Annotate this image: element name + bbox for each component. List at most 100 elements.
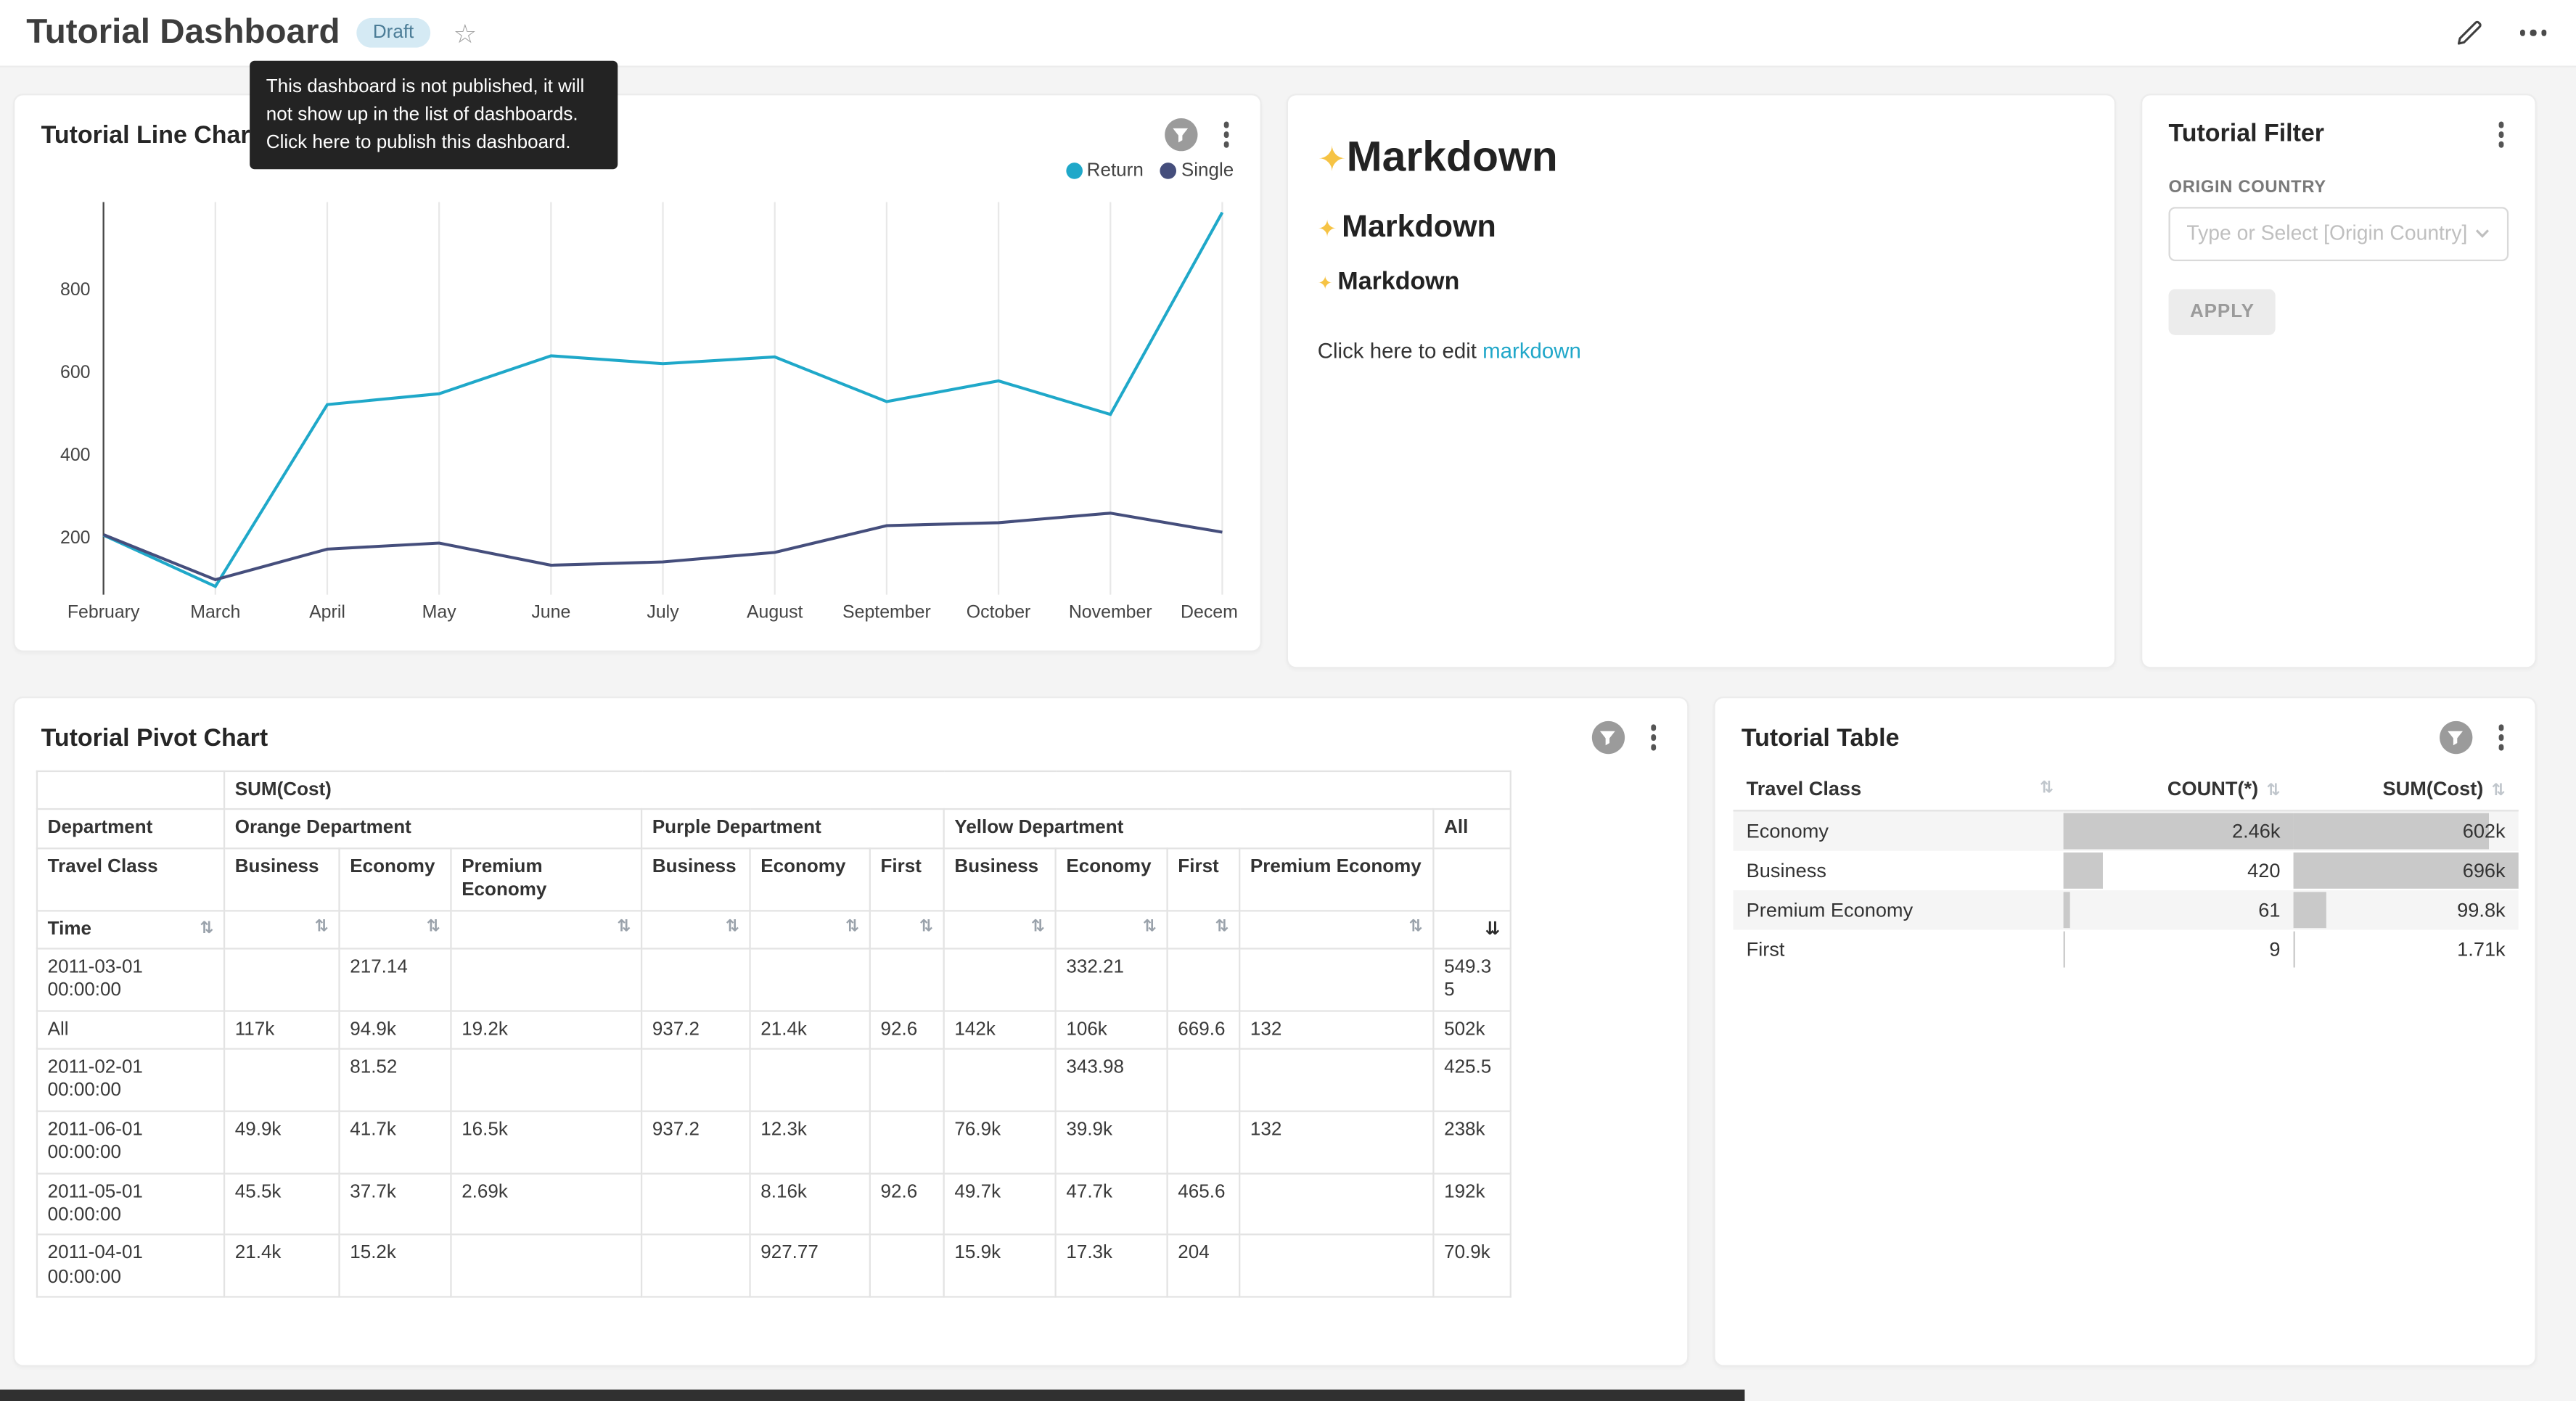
column-header[interactable]: COUNT(*)⇅ (2064, 767, 2294, 810)
legend-dot (1160, 163, 1176, 179)
value-bar (2294, 892, 2326, 928)
filter-indicator-icon[interactable] (1164, 118, 1197, 151)
pivot-value-cell: 92.6 (870, 1011, 944, 1049)
markdown-edit-hint: Click here to edit markdown (1318, 338, 2085, 363)
markdown-card[interactable]: ✦Markdown ✦Markdown ✦Markdown Click here… (1287, 94, 2116, 668)
table-row: First91.71k (1734, 929, 2519, 969)
svg-text:200: 200 (60, 527, 91, 548)
chart-menu-icon[interactable] (2490, 721, 2512, 753)
pivot-value-cell (641, 1049, 750, 1111)
pivot-class-header: Premium Economy (451, 848, 641, 910)
pivot-value-cell: 81.52 (340, 1049, 451, 1111)
pivot-group-header: Purple Department (641, 810, 944, 848)
chevron-down-icon (2474, 225, 2491, 242)
pivot-value-cell (1239, 1173, 1433, 1235)
svg-text:December: December (1181, 601, 1237, 622)
svg-text:February: February (67, 601, 140, 622)
column-header[interactable]: Travel Class⇅ (1734, 767, 2064, 810)
pivot-value-cell (1168, 1049, 1240, 1111)
count-cell: 9 (2064, 929, 2294, 969)
pivot-value-cell: 21.4k (224, 1235, 339, 1297)
pivot-class-header: Premium Economy (1239, 848, 1433, 910)
pivot-class-header: Business (944, 848, 1056, 910)
sort-icon[interactable]: ⇅ (919, 920, 933, 937)
pivot-value-cell: 142k (944, 1011, 1056, 1049)
chart-menu-icon[interactable] (2490, 118, 2512, 150)
chart-menu-icon[interactable] (1215, 119, 1237, 151)
table-row: Premium Economy6199.8k (1734, 890, 2519, 929)
sort-icon[interactable]: ⇅ (1409, 920, 1423, 937)
pivot-chart-card: Tutorial Pivot Chart SUM(Cost)Department… (13, 697, 1689, 1367)
pivot-value-cell: 16.5k (451, 1111, 641, 1172)
legend-item[interactable]: Return (1065, 161, 1144, 181)
pivot-value-cell: 37.7k (340, 1173, 451, 1235)
sort-icon[interactable]: ⇅ (1031, 920, 1045, 937)
sort-icon[interactable]: ⇅ (1215, 920, 1228, 937)
sort-icon[interactable]: ⇅ (617, 920, 631, 937)
value-bar (2294, 813, 2488, 850)
dashboard-header: Tutorial Dashboard Draft ☆ (0, 0, 2576, 67)
card-header: Tutorial Line Chart (15, 95, 1260, 151)
pivot-group-header: All (1433, 810, 1511, 848)
table-chart-card: Tutorial Table Travel Class⇅COUNT(*)⇅SUM… (1713, 697, 2536, 1367)
apply-button[interactable]: APPLY (2169, 288, 2276, 334)
pivot-value-cell (1239, 1235, 1433, 1297)
pivot-value-cell (750, 1049, 870, 1111)
sparkles-icon: ✦ (1318, 273, 1333, 294)
more-options-icon[interactable] (2516, 23, 2549, 42)
pivot-row-label: All (37, 1011, 224, 1049)
chart-menu-icon[interactable] (1642, 721, 1665, 753)
pivot-value-cell: 15.2k (340, 1235, 451, 1297)
pivot-value-cell (451, 1235, 641, 1297)
pivot-table: SUM(Cost)DepartmentOrange DepartmentPurp… (36, 771, 1511, 1298)
sort-icon[interactable]: ⇅ (845, 920, 859, 937)
filter-indicator-icon[interactable] (1591, 721, 1624, 754)
select-placeholder: Type or Select [Origin Country] (2186, 222, 2467, 245)
pivot-value-cell: 937.2 (641, 1011, 750, 1049)
header-actions (2452, 17, 2550, 49)
pivot-value-cell: 19.2k (451, 1011, 641, 1049)
card-header: Tutorial Filter (2142, 95, 2535, 150)
svg-text:August: August (747, 601, 803, 622)
pivot-class-header: Economy (1056, 848, 1168, 910)
origin-country-select[interactable]: Type or Select [Origin Country] (2169, 206, 2509, 260)
sort-icon[interactable]: ⇅ (726, 920, 739, 937)
sort-icon[interactable]: ⇅ (200, 921, 213, 937)
pivot-value-cell: 238k (1433, 1111, 1511, 1172)
sort-icon[interactable]: ⇅ (315, 920, 329, 937)
edit-markdown-link[interactable]: markdown (1482, 338, 1581, 363)
svg-text:April: April (309, 601, 345, 622)
pivot-value-cell (1168, 948, 1240, 1010)
pivot-class-header: Economy (750, 848, 870, 910)
edit-dashboard-icon[interactable] (2452, 17, 2483, 49)
pivot-value-cell: 132 (1239, 1011, 1433, 1049)
pivot-class-header: Business (224, 848, 339, 910)
sort-icon[interactable]: ⇅ (1143, 920, 1157, 937)
sum-cell: 99.8k (2294, 890, 2519, 929)
legend-item[interactable]: Single (1160, 161, 1234, 181)
favorite-star-icon[interactable]: ☆ (454, 17, 477, 49)
draft-badge[interactable]: Draft (356, 18, 430, 48)
chart-title: Tutorial Line Chart (41, 120, 258, 148)
count-cell: 61 (2064, 890, 2294, 929)
pivot-class-header (1433, 848, 1511, 910)
sort-icon[interactable]: ⇅ (427, 920, 440, 937)
filter-indicator-icon[interactable] (2439, 721, 2472, 754)
svg-text:800: 800 (60, 279, 91, 300)
superset-dashboard-page: Tutorial Dashboard Draft ☆ This dashboar… (0, 0, 2576, 1401)
sort-icon[interactable]: ⇊ (1485, 919, 1500, 937)
filter-card: Tutorial Filter ORIGIN COUNTRY Type or S… (2141, 94, 2537, 668)
chart-legend: Return Single (15, 151, 1260, 184)
svg-text:October: October (967, 601, 1031, 622)
pivot-value-cell: 8.16k (750, 1173, 870, 1235)
travel-class-cell: Economy (1734, 810, 2064, 850)
pivot-value-cell: 502k (1433, 1011, 1511, 1049)
column-header[interactable]: SUM(Cost)⇅ (2294, 767, 2519, 810)
pivot-data-row: 2011-03-01 00:00:00217.14332.21549.35 (37, 948, 1511, 1010)
travel-class-cell: Premium Economy (1734, 890, 2064, 929)
pivot-value-cell: 549.35 (1433, 948, 1511, 1010)
sort-icon: ⇅ (2266, 782, 2280, 800)
pivot-value-cell: 92.6 (870, 1173, 944, 1235)
pivot-value-cell (641, 1173, 750, 1235)
pivot-group-header: Orange Department (224, 810, 641, 848)
